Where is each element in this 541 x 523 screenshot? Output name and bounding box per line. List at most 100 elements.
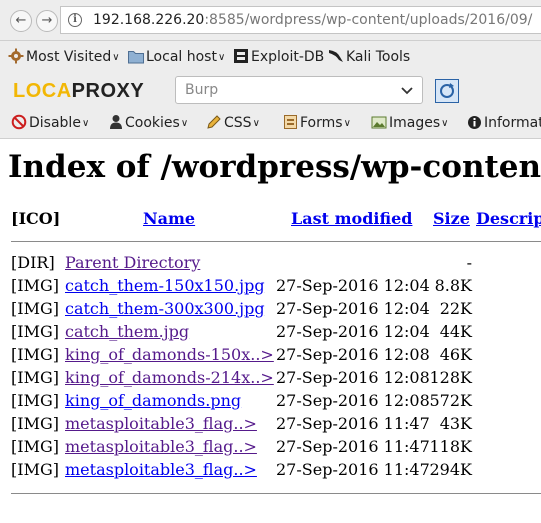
dev-menu-label: CSS [224,115,252,131]
dev-menu-label: Images [389,115,441,131]
dev-menu-images[interactable]: Images∨ [371,114,448,133]
file-size: 118K [429,437,473,456]
chevron-down-icon: ∨ [343,118,351,129]
bookmark-label: Local host [146,49,217,65]
footer-divider [11,493,541,494]
file-modified-date: 27-Sep-2016 12:08 [276,391,430,410]
file-type-label: [IMG] [11,391,59,410]
table-row: [IMG] king_of_damonds.png 27-Sep-2016 12:0… [0,391,541,414]
web-developer-toolbar: Disable∨ Cookies∨ CSS∨ Forms∨ Images∨ In… [0,109,541,139]
file-modified-date: 27-Sep-2016 12:08 [276,368,430,387]
column-header-description[interactable]: Description [476,209,541,229]
navigation-bar: ← → i 192.168.226.20:8585/wordpress/wp-c… [0,0,541,41]
file-link[interactable]: king_of_damonds-214x..> [65,368,274,388]
folder-icon [128,51,144,64]
dev-menu-disable[interactable]: Disable∨ [11,114,89,133]
url-host: 192.168.226.20 [93,12,205,28]
disable-icon [11,114,27,130]
table-row: [IMG] king_of_damonds-214x..> 27-Sep-2016 … [0,368,541,391]
dev-menu-label: Cookies [125,115,180,131]
bookmarks-toolbar: Most Visited∨ Local host∨ Exploit-DB Kal… [0,41,541,71]
file-modified-date: 27-Sep-2016 12:04 [276,322,430,341]
refresh-icon [440,83,454,98]
file-type-label: [IMG] [11,345,59,364]
file-type-label: [IMG] [11,276,59,295]
table-row: [IMG] metasploitable3_flag..> 27-Sep-2016 … [0,460,541,483]
column-header-name[interactable]: Name [143,209,195,229]
dev-menu-cookies[interactable]: Cookies∨ [109,114,188,133]
proxy-select[interactable]: Burp [175,76,423,104]
dev-menu-label: Informati [484,115,541,131]
file-type-label: [IMG] [11,460,59,479]
file-link[interactable]: king_of_damonds.png [65,391,241,411]
arrow-left-icon: ← [15,13,27,28]
file-size: 46K [439,345,472,364]
table-row: [IMG] metasploitable3_flag..> 27-Sep-2016 … [0,437,541,460]
chevron-down-icon: ∨ [252,118,260,129]
column-header-ico: [ICO] [11,209,61,228]
table-row: [IMG] catch_them-300x300.jpg 27-Sep-2016 1… [0,299,541,322]
bookmark-kali-tools[interactable]: Kali Tools [328,48,410,66]
url-bar[interactable]: i 192.168.226.20:8585/wordpress/wp-conte… [60,6,541,34]
pencil-icon [207,115,221,129]
dev-menu-label: Forms [300,115,343,131]
file-link[interactable]: catch_them.jpg [65,322,189,342]
file-type-label: [IMG] [11,368,59,387]
page-title: Index of /wordpress/wp-content/uploads/2… [8,149,541,185]
logo-part-proxy: PROXY [71,80,145,102]
locaproxy-logo: LOCAPROXY [13,80,144,102]
url-text[interactable]: 192.168.226.20:8585/wordpress/wp-content… [93,12,532,28]
file-type-label: [IMG] [11,437,59,456]
file-link[interactable]: king_of_damonds-150x..> [65,345,274,365]
file-link[interactable]: metasploitable3_flag..> [65,460,257,480]
file-link[interactable]: Parent Directory [65,253,200,273]
gear-icon [8,48,24,64]
cookie-user-icon [110,115,122,129]
forward-button[interactable]: → [36,10,58,32]
table-row: [IMG] catch_them-150x150.jpg 27-Sep-2016 1… [0,276,541,299]
file-modified-date: 27-Sep-2016 12:04 [276,276,430,295]
file-size: - [466,253,472,272]
file-type-label: [DIR] [11,253,55,272]
file-modified-date: 27-Sep-2016 11:47 [276,437,430,456]
forms-icon [284,115,297,129]
column-header-last-modified[interactable]: Last modified [291,209,412,229]
dev-menu-forms[interactable]: Forms∨ [283,114,351,133]
image-icon [371,116,387,129]
site-info-icon[interactable]: i [68,13,82,27]
table-row: [IMG] catch_them.jpg 27-Sep-2016 12:04 44K [0,322,541,345]
file-size: 22K [439,299,472,318]
file-modified-date: 27-Sep-2016 11:47 [276,414,430,433]
file-size: 128K [429,368,473,387]
file-link[interactable]: catch_them-300x300.jpg [65,299,265,319]
file-link[interactable]: catch_them-150x150.jpg [65,276,265,296]
file-size: 43K [439,414,472,433]
proxy-toolbar: LOCAPROXY Burp [0,71,541,109]
chevron-down-icon: ∨ [81,118,90,129]
file-size: 572K [429,391,473,410]
back-button[interactable]: ← [10,10,32,32]
chevron-down-icon: ∨ [112,52,120,63]
dev-menu-information[interactable]: Informati [467,114,541,132]
proxy-refresh-button[interactable] [435,79,459,103]
file-link[interactable]: metasploitable3_flag..> [65,414,257,434]
dev-menu-css[interactable]: CSS∨ [206,114,260,133]
bookmark-exploit-db[interactable]: Exploit-DB [233,48,324,66]
file-modified-date: 27-Sep-2016 12:08 [276,345,430,364]
file-type-label: [IMG] [11,322,59,341]
chevron-down-icon [401,87,413,95]
bookmark-label: Kali Tools [346,49,411,65]
page-content: Index of /wordpress/wp-content/uploads/2… [0,139,541,523]
chevron-down-icon: ∨ [217,52,226,63]
bookmark-most-visited[interactable]: Most Visited∨ [8,48,120,66]
table-row: [IMG] metasploitable3_flag..> 27-Sep-2016 … [0,414,541,437]
table-row: [DIR] Parent Directory - [0,253,541,276]
header-divider [11,241,541,242]
bookmark-label: Exploit-DB [251,49,325,65]
file-size: 294K [429,460,473,479]
file-type-label: [IMG] [11,414,59,433]
column-header-size[interactable]: Size [433,209,470,229]
file-link[interactable]: metasploitable3_flag..> [65,437,257,457]
proxy-selected-value: Burp [185,82,219,98]
bookmark-local-host[interactable]: Local host∨ [128,48,225,66]
